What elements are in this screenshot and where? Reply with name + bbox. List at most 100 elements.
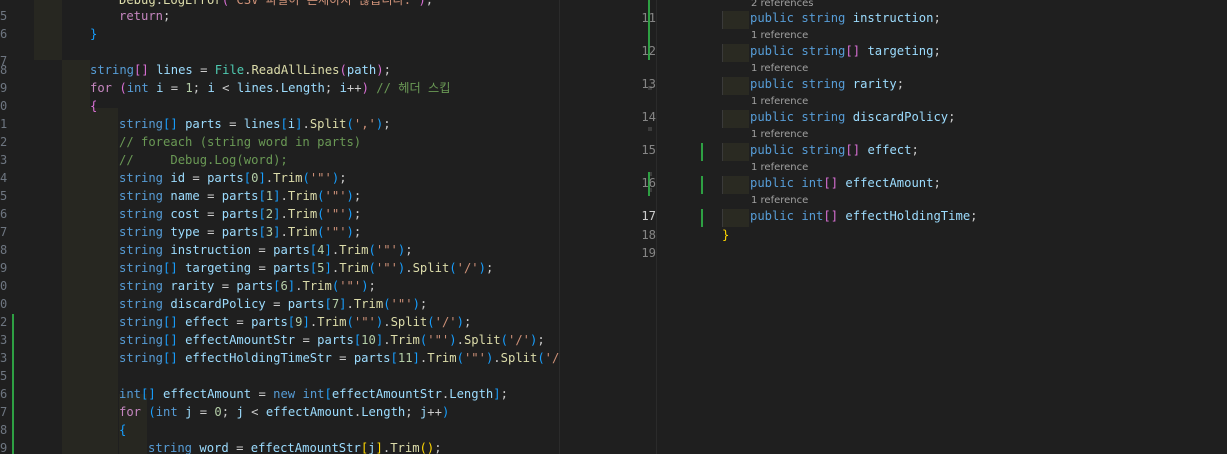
code-token: string	[119, 333, 164, 347]
code-line[interactable]: 2 string[] effect = parts[9].Trim('"').Sp…	[0, 313, 559, 331]
code-token: for	[90, 81, 113, 95]
code-line[interactable]: 8 string instruction = parts[4].Trim('"')…	[0, 241, 559, 259]
code-text[interactable]: string[] effectAmountStr = parts[10].Tri…	[119, 331, 545, 349]
codelens-references[interactable]: 2 references	[751, 0, 814, 9]
line-number: 8	[0, 423, 8, 437]
code-text[interactable]: string[] effect = parts[9].Trim('"').Spl…	[119, 313, 471, 331]
code-line[interactable]: 3 string[] effectAmountStr = parts[10].Tr…	[0, 331, 559, 349]
git-change-marker[interactable]	[701, 209, 703, 227]
code-line[interactable]: 9 string word = effectAmountStr[j].Trim()…	[0, 439, 559, 454]
code-line[interactable]: public string[] targeting;	[750, 44, 941, 58]
code-token: .	[383, 333, 391, 347]
code-line[interactable]: public string rarity;	[750, 77, 904, 91]
code-token: string	[119, 261, 164, 275]
line-number: 9	[0, 261, 8, 275]
code-line[interactable]: 4 string id = parts[0].Trim('"');	[0, 169, 559, 187]
code-line[interactable]: 9 string[] targeting = parts[5].Trim('"')…	[0, 259, 559, 277]
code-token: rarity	[170, 279, 215, 293]
right-editor-pane[interactable]: 2 references 11 public string instruction;…	[560, 0, 1227, 454]
codelens-references[interactable]: 1 reference	[751, 63, 808, 74]
git-change-marker[interactable]	[701, 176, 703, 194]
code-line[interactable]: 9 for (int i = 1; i < lines.Length; i++) …	[0, 79, 559, 97]
code-text[interactable]: string word = effectAmountStr[j].Trim();	[148, 439, 442, 454]
code-text[interactable]: for (int i = 1; i < lines.Length; i++) /…	[90, 79, 450, 97]
code-token: string	[119, 171, 164, 185]
code-token: string	[801, 143, 846, 157]
code-text[interactable]: // Debug.Log(word);	[119, 151, 288, 169]
code-token: []	[163, 351, 178, 365]
code-text[interactable]: string[] parts = lines[i].Split(',');	[119, 115, 391, 133]
git-change-marker[interactable]	[701, 143, 703, 161]
code-line[interactable]: public int[] effectHoldingTime;	[750, 209, 978, 223]
code-line[interactable]: public string instruction;	[750, 11, 941, 25]
code-token: targeting	[867, 44, 934, 58]
code-token: '/'	[507, 333, 530, 347]
code-line[interactable]: 0{	[0, 97, 559, 115]
codelens-references[interactable]: 1 reference	[751, 129, 808, 140]
code-token: targeting	[185, 261, 252, 275]
code-token: Trim	[339, 261, 369, 275]
code-line[interactable]: }	[722, 228, 729, 242]
code-line[interactable]: 0 string discardPolicy = parts[7].Trim('"…	[0, 295, 559, 313]
code-token: [	[280, 117, 288, 131]
code-token: =	[192, 63, 215, 77]
code-token: ReadAllLines	[251, 63, 340, 77]
code-line[interactable]: 3 string[] effectHoldingTimeStr = parts[1…	[0, 349, 559, 367]
code-line[interactable]: 6 string cost = parts[2].Trim('"');	[0, 205, 559, 223]
code-text[interactable]: string instruction = parts[4].Trim('"');	[119, 241, 413, 259]
line-number: 3	[0, 153, 8, 167]
line-number: 2	[0, 135, 8, 149]
code-token: lines	[236, 81, 274, 95]
code-text[interactable]: string rarity = parts[6].Trim('"');	[119, 277, 376, 295]
code-text[interactable]: string[] effectHoldingTimeStr = parts[11…	[119, 349, 559, 367]
code-text[interactable]: // foreach (string word in parts)	[119, 133, 361, 151]
code-line[interactable]: public string discardPolicy;	[750, 110, 955, 124]
codelens-references[interactable]: 1 reference	[751, 162, 808, 173]
code-token: ]	[258, 171, 266, 185]
code-line[interactable]: 6}	[0, 25, 559, 43]
code-text[interactable]: string id = parts[0].Trim('"');	[119, 169, 347, 187]
code-line[interactable]: 3 // Debug.Log(word);	[0, 151, 559, 169]
code-text[interactable]: string name = parts[1].Trim('"');	[119, 187, 361, 205]
code-line[interactable]: 2 // foreach (string word in parts)	[0, 133, 559, 151]
code-line[interactable]: 7 string type = parts[3].Trim('"');	[0, 223, 559, 241]
code-token: cost	[170, 207, 200, 221]
code-line[interactable]: 0 string rarity = parts[6].Trim('"');	[0, 277, 559, 295]
code-text[interactable]: {	[90, 97, 97, 115]
code-line[interactable]: public int[] effectAmount;	[750, 176, 941, 190]
code-token: effectAmount	[265, 405, 354, 419]
codelens-references[interactable]: 1 reference	[751, 30, 808, 41]
code-token: parts	[273, 243, 310, 257]
codelens-references[interactable]: 1 reference	[751, 96, 808, 107]
left-editor-pane[interactable]: Debug.LogError("CSV 파일이 존재하지 않습니다."); 5 re…	[0, 0, 559, 454]
code-text[interactable]: string[] lines = File.ReadAllLines(path)…	[90, 61, 391, 79]
code-line[interactable]: 5 string name = parts[1].Trim('"');	[0, 187, 559, 205]
code-text[interactable]: return;	[119, 7, 170, 25]
code-text[interactable]: string discardPolicy = parts[7].Trim('"'…	[119, 295, 427, 313]
code-line[interactable]: 8 string[] lines = File.ReadAllLines(path…	[0, 61, 559, 79]
code-line[interactable]: 5	[0, 367, 559, 385]
code-token: .	[280, 189, 288, 203]
code-line[interactable]: 6 int[] effectAmount = new int[effectAmou…	[0, 385, 559, 403]
code-text[interactable]: }	[90, 25, 97, 43]
code-text[interactable]: {	[119, 421, 126, 439]
code-token: ;	[368, 279, 376, 293]
code-line[interactable]: 5 return;	[0, 7, 559, 25]
code-line[interactable]: 1 string[] parts = lines[i].Split(',');	[0, 115, 559, 133]
code-text[interactable]: int[] effectAmount = new int[effectAmoun…	[119, 385, 508, 403]
code-text[interactable]: string type = parts[3].Trim('"');	[119, 223, 361, 241]
code-text[interactable]: string cost = parts[2].Trim('"');	[119, 205, 361, 223]
code-token: {	[90, 99, 98, 113]
code-token: ;	[948, 110, 956, 124]
code-token: '"'	[324, 225, 347, 239]
code-text[interactable]: string[] targeting = parts[5].Trim('"').…	[119, 259, 493, 277]
code-token: )	[449, 333, 457, 347]
codelens-references[interactable]: 1 reference	[751, 195, 808, 206]
code-line[interactable]: 7 for (int j = 0; j < effectAmount.Length…	[0, 403, 559, 421]
code-token: =	[265, 297, 288, 311]
code-line[interactable]: 8{	[0, 421, 559, 439]
code-line[interactable]: public string[] effect;	[750, 143, 919, 157]
code-token: int	[126, 81, 149, 95]
code-text[interactable]: for (int j = 0; j < effectAmount.Length;…	[119, 403, 449, 421]
